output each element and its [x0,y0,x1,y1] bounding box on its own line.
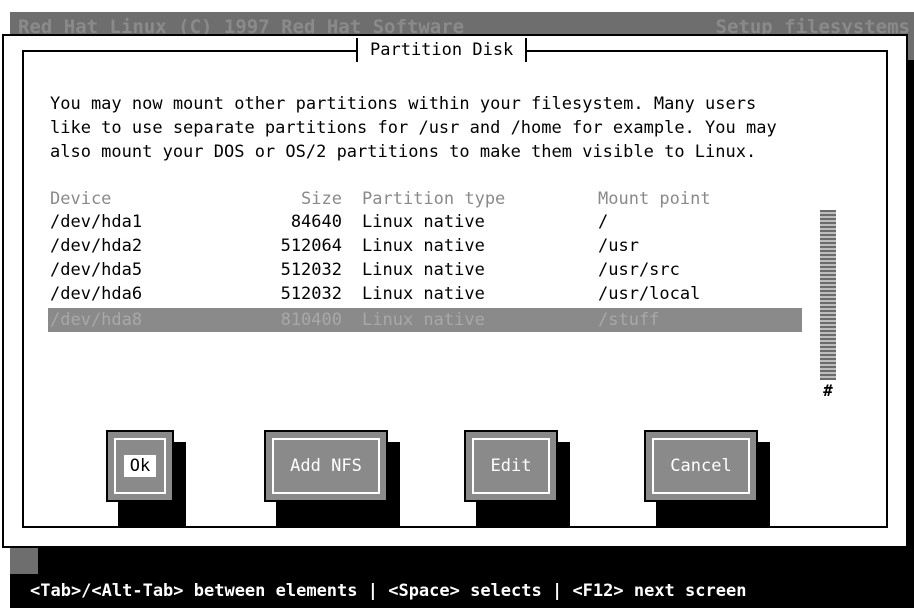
ok-button-label: Ok [123,455,157,477]
header-mount-point: Mount point [598,189,711,209]
partition-list-scrollbar[interactable] [820,210,836,394]
partition-row[interactable]: /dev/hda1 84640 Linux native / [48,210,802,234]
cell-type: Linux native [362,260,485,280]
scrollbar-thumb[interactable]: # [820,380,836,402]
header-partition-type: Partition type [362,189,506,209]
cell-mount: /usr [598,236,639,256]
cell-device: /dev/hda5 [50,260,143,280]
cell-size: 512064 [280,236,342,256]
ok-button[interactable]: Ok [106,430,174,502]
dialog-bottom-shadow [38,548,914,574]
partition-row-selected[interactable]: /dev/hda8 810400 Linux native /stuff [48,308,802,332]
partition-row[interactable]: /dev/hda5 512032 Linux native /usr/src [48,258,802,282]
intro-line: also mount your DOS or OS/2 partitions t… [50,142,757,162]
cell-mount: /usr/src [598,260,680,280]
cell-device: /dev/hda2 [50,236,143,256]
cell-type: Linux native [362,212,485,232]
cell-size: 512032 [280,284,342,304]
edit-button[interactable]: Edit [464,430,558,502]
add-nfs-button[interactable]: Add NFS [264,430,388,502]
status-bar: <Tab>/<Alt-Tab> between elements | <Spac… [10,574,914,608]
partition-row[interactable]: /dev/hda2 512064 Linux native /usr [48,234,802,258]
cell-device: /dev/hda8 [50,310,143,330]
cell-size: 810400 [280,310,342,330]
cell-size: 512032 [280,260,342,280]
add-nfs-button-label: Add NFS [272,438,380,494]
cell-device: /dev/hda6 [50,284,143,304]
cell-mount: /stuff [598,310,660,330]
ok-button-frame: Ok [114,438,166,494]
cell-type: Linux native [362,284,485,304]
intro-line: You may now mount other partitions withi… [50,94,757,114]
dialog-title: Partition Disk [356,38,528,62]
cell-mount: / [598,212,609,232]
status-help-text: <Tab>/<Alt-Tab> between elements | <Spac… [30,581,747,601]
partition-row[interactable]: /dev/hda6 512032 Linux native /usr/local [48,282,802,306]
edit-button-label: Edit [472,438,550,494]
header-size: Size [301,189,342,209]
intro-line: like to use separate partitions for /usr… [50,118,777,138]
cell-device: /dev/hda1 [50,212,143,232]
cell-mount: /usr/local [598,284,701,304]
cell-type: Linux native [362,236,485,256]
cancel-button[interactable]: Cancel [644,430,758,502]
cell-type: Linux native [362,310,485,330]
intro-text: You may now mount other partitions withi… [50,92,850,164]
cell-size: 84640 [290,212,342,232]
cancel-button-label: Cancel [652,438,750,494]
header-device: Device [50,189,112,209]
